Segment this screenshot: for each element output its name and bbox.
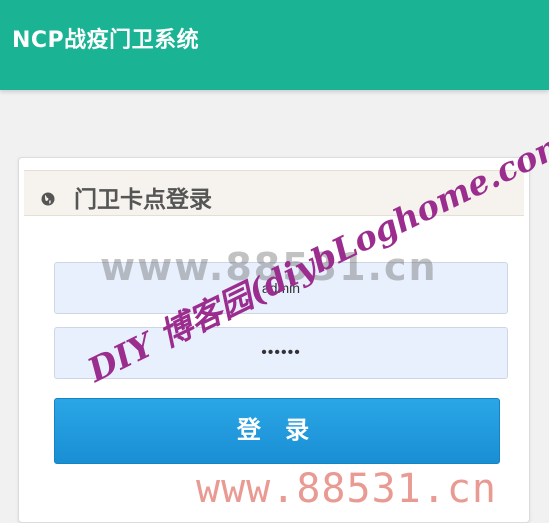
login-button[interactable]: 登 录 (54, 398, 500, 464)
globe-icon (41, 192, 55, 206)
password-input[interactable] (54, 327, 508, 379)
login-panel-title: 门卫卡点登录 (74, 187, 212, 213)
app-title: NCP战疫门卫系统 (12, 28, 200, 53)
top-header-bar: NCP战疫门卫系统 (0, 0, 549, 90)
login-panel-header: 门卫卡点登录 (24, 170, 524, 216)
username-input[interactable] (54, 262, 508, 314)
login-panel: 门卫卡点登录 登 录 (18, 157, 530, 523)
